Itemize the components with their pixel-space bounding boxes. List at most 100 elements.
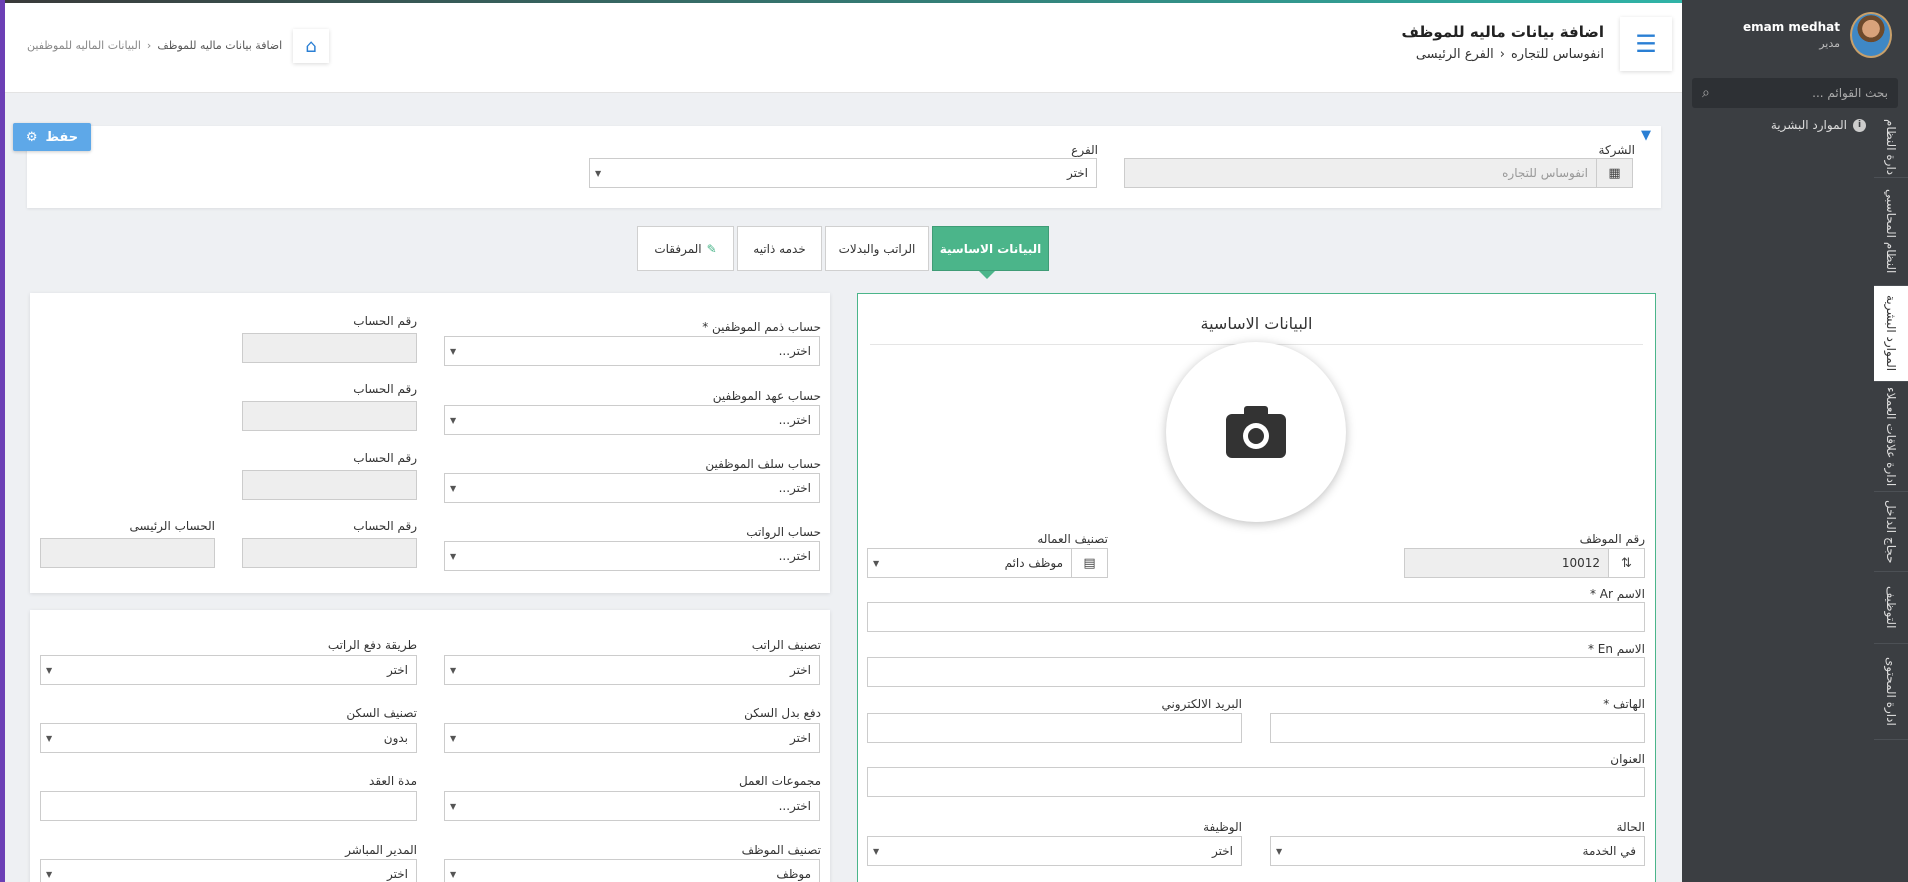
phone-input[interactable]	[1270, 713, 1645, 743]
info-icon: i	[1853, 118, 1866, 132]
job-select[interactable]: ▼ اختر	[867, 836, 1242, 866]
manager-select[interactable]: ▼ اختر	[40, 859, 417, 882]
caret-down-icon: ▼	[595, 169, 602, 178]
account-no-label: رقم الحساب	[353, 314, 417, 328]
filter-icon[interactable]: ▼	[1641, 128, 1651, 143]
tab-attachments[interactable]: المرفقات ✎	[637, 226, 734, 271]
manager-label: المدير المباشر	[345, 843, 417, 857]
custody-account-select[interactable]: ▼ اختر...	[444, 405, 820, 435]
menu-search[interactable]: ⌕	[1692, 78, 1898, 108]
sidebar-item-hr[interactable]: i الموارد البشرية	[1771, 118, 1866, 132]
caret-down-icon: ▼	[46, 870, 53, 879]
caret-down-icon: ▼	[450, 484, 457, 493]
name-ar-input[interactable]	[867, 602, 1645, 632]
tab-basic-data[interactable]: البيانات الاساسية	[932, 226, 1049, 271]
status-select[interactable]: ▼ في الخدمة	[1270, 836, 1645, 866]
page-title: اضافة بيانات ماليه للموظف	[1401, 23, 1604, 41]
caret-down-icon: ▼	[873, 559, 880, 568]
sort-icon[interactable]: ⇅	[1608, 549, 1644, 577]
caret-down-icon: ▼	[450, 666, 457, 675]
caret-down-icon: ▼	[450, 552, 457, 561]
emp-class-select[interactable]: ▼ موظف	[444, 859, 820, 882]
user-name: emam medhat	[1742, 20, 1840, 34]
photo-upload[interactable]	[1166, 342, 1346, 522]
account-no-field	[242, 401, 417, 431]
search-icon: ⌕	[1702, 85, 1710, 101]
sidebar: emam medhat مدير ⌕ i الموارد البشرية دار…	[1682, 0, 1908, 882]
caret-down-icon: ▼	[450, 347, 457, 356]
home-icon: ⌂	[305, 35, 317, 57]
work-groups-select[interactable]: ▼ اختر...	[444, 791, 820, 821]
status-label: الحالة	[1616, 820, 1645, 834]
list-icon: ☰	[1635, 30, 1657, 58]
contract-input[interactable]	[40, 791, 417, 821]
pay-method-select[interactable]: ▼ اختر	[40, 655, 417, 685]
job-label: الوظيفة	[1203, 820, 1242, 834]
contract-label: مدة العقد	[369, 774, 417, 788]
company-field[interactable]: ▦ انفوساس للتجاره	[1124, 158, 1633, 188]
module-tab-hajj[interactable]: حجاج الداخل	[1874, 492, 1908, 572]
caret-down-icon: ▼	[1276, 847, 1283, 856]
name-en-input[interactable]	[867, 657, 1645, 687]
home-button[interactable]: ⌂	[293, 29, 329, 63]
housing-pay-label: دفع بدل السكن	[744, 706, 821, 720]
branch-name: الفرع الرئيسى	[1415, 47, 1494, 62]
breadcrumb-current: اضافة بيانات ماليه للموظف	[157, 39, 283, 52]
breadcrumb-item[interactable]: البيانات الماليه للموظفين	[27, 39, 141, 52]
email-input[interactable]	[867, 713, 1242, 743]
module-tab-system[interactable]: دارة النظام	[1874, 118, 1908, 178]
salary-class-select[interactable]: ▼ اختر	[444, 655, 820, 685]
account-no-field	[242, 470, 417, 500]
name-en-label: الاسم En *	[1587, 642, 1645, 656]
avatar[interactable]	[1850, 12, 1892, 58]
main-account-label: الحساب الرئيسى	[129, 519, 216, 533]
user-role: مدير	[1819, 37, 1840, 50]
page-header: ☰ اضافة بيانات ماليه للموظف انفوساس للتج…	[5, 3, 1682, 93]
receivables-account-label: حساب ذمم الموظفين *	[702, 320, 821, 334]
left-accent-stripe	[0, 0, 5, 882]
panel-title: البيانات الاساسية	[1200, 314, 1313, 333]
main-account-field	[40, 538, 215, 568]
tab-salary-allowances[interactable]: الراتب والبدلات	[825, 226, 929, 271]
sidebar-item-label: الموارد البشرية	[1770, 118, 1847, 132]
module-tab-accounting[interactable]: النظام المحاسبي	[1874, 178, 1908, 286]
advances-account-select[interactable]: ▼ اختر...	[444, 473, 820, 503]
module-tab-hr[interactable]: الموارد البشرية	[1874, 286, 1908, 382]
account-no-label: رقم الحساب	[353, 451, 417, 465]
address-input[interactable]	[867, 767, 1645, 797]
account-no-label: رقم الحساب	[353, 519, 417, 533]
caret-down-icon: ▼	[450, 802, 457, 811]
menu-search-input[interactable]	[1717, 86, 1888, 100]
housing-pay-select[interactable]: ▼ اختر	[444, 723, 820, 753]
salary-class-label: تصنيف الراتب	[751, 638, 821, 652]
breadcrumb: البيانات الماليه للموظفين ‹ اضافة بيانات…	[27, 39, 282, 52]
menu-toggle-button[interactable]: ☰	[1620, 17, 1672, 71]
labor-class-label: تصنيف العماله	[1037, 532, 1108, 546]
advances-account-label: حساب سلف الموظفين	[705, 457, 821, 471]
id-card-icon: ▤	[1071, 549, 1107, 577]
emp-no-field[interactable]: ⇅ 10012	[1404, 548, 1645, 578]
account-no-label: رقم الحساب	[353, 382, 417, 396]
company-label: الشركة	[1598, 143, 1635, 157]
caret-down-icon: ▼	[450, 416, 457, 425]
caret-down-icon: ▼	[873, 847, 880, 856]
branch-label: الفرع	[1071, 143, 1098, 157]
tab-self-service[interactable]: خدمه ذاتيه	[737, 226, 822, 271]
labor-class-select[interactable]: ▤ ▼ موظف دائم	[867, 548, 1108, 578]
address-label: العنوان	[1610, 752, 1645, 766]
module-tab-content[interactable]: ادارة المحتوى	[1874, 644, 1908, 740]
user-profile[interactable]: emam medhat مدير	[1743, 12, 1892, 58]
housing-class-select[interactable]: ▼ بدون	[40, 723, 417, 753]
receivables-account-select[interactable]: ▼ اختر...	[444, 336, 820, 366]
save-button[interactable]: ⚙ حفظ	[13, 123, 91, 151]
company-branch: انفوساس للتجاره ‹ الفرع الرئيسى	[1416, 47, 1604, 62]
branch-select[interactable]: ▼ اختر	[589, 158, 1097, 188]
email-label: البريد الالكتروني	[1161, 697, 1242, 711]
paperclip-icon: ✎	[706, 241, 717, 256]
gear-icon: ⚙	[25, 129, 38, 145]
module-tab-crm[interactable]: ادارة علاقات العملاء	[1874, 382, 1908, 492]
emp-class-label: تصنيف الموظف	[741, 843, 821, 857]
salaries-account-select[interactable]: ▼ اختر...	[444, 541, 820, 571]
company-name: انفوساس للتجاره	[1510, 47, 1604, 62]
module-tab-recruitment[interactable]: التوظيف	[1874, 572, 1908, 644]
